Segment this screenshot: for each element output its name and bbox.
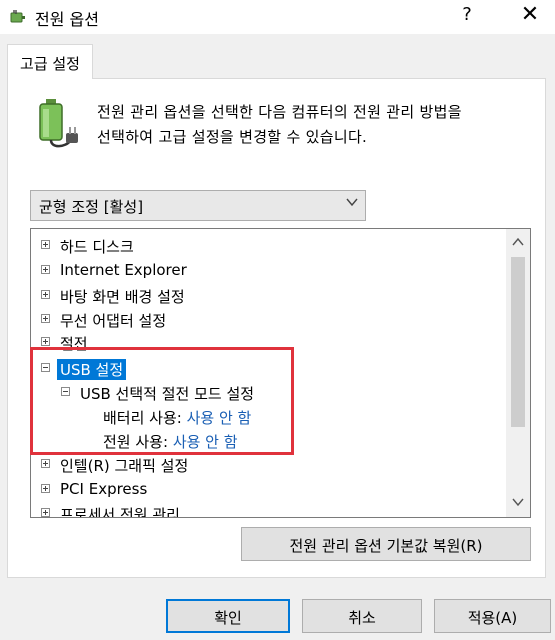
scrollbar-thumb[interactable] [511, 257, 525, 427]
expand-icon[interactable] [41, 337, 50, 346]
apply-button[interactable]: 적용(A) [434, 599, 551, 633]
ok-button[interactable]: 확인 [166, 599, 290, 633]
title-bar: 전원 옵션 ? ✕ [0, 0, 555, 34]
chevron-down-icon [346, 198, 358, 207]
power-options-icon [10, 10, 25, 23]
expand-icon[interactable] [41, 290, 50, 299]
restore-defaults-button[interactable]: 전원 관리 옵션 기본값 복원(R) [241, 527, 531, 561]
expand-icon[interactable] [41, 265, 50, 274]
plugged-in-value[interactable]: 사용 안 함 [173, 433, 238, 451]
description-text: 전원 관리 옵션을 선택한 다음 컴퓨터의 전원 관리 방법을 선택하여 고급 … [97, 103, 462, 146]
power-plan-dropdown[interactable]: 균형 조정 [활성] [30, 190, 366, 221]
tree-list: 하드 디스크 Internet Explorer 바탕 화면 배경 설정 무선 … [31, 229, 506, 517]
on-battery-value[interactable]: 사용 안 함 [187, 409, 252, 427]
collapse-icon[interactable] [61, 387, 70, 396]
help-button[interactable]: ? [455, 4, 479, 25]
battery-plug-icon [39, 99, 78, 148]
expand-icon[interactable] [41, 459, 50, 468]
collapse-icon[interactable] [41, 363, 50, 372]
close-button[interactable]: ✕ [515, 2, 545, 27]
scroll-up-icon[interactable] [512, 237, 524, 247]
expand-icon[interactable] [41, 240, 50, 249]
tab-advanced-settings[interactable]: 고급 설정 [7, 44, 93, 79]
on-battery-label: 배터리 사용: [103, 409, 182, 427]
plugged-in-label: 전원 사용: [103, 433, 169, 451]
cancel-button[interactable]: 취소 [302, 599, 422, 633]
scroll-down-icon[interactable] [512, 497, 524, 507]
expand-icon[interactable] [41, 508, 50, 517]
expand-icon[interactable] [41, 314, 50, 323]
tree-scrollbar[interactable] [506, 229, 530, 517]
settings-tree[interactable]: 하드 디스크 Internet Explorer 바탕 화면 배경 설정 무선 … [30, 228, 531, 518]
window-title: 전원 옵션 [35, 10, 99, 29]
expand-icon[interactable] [41, 484, 50, 493]
